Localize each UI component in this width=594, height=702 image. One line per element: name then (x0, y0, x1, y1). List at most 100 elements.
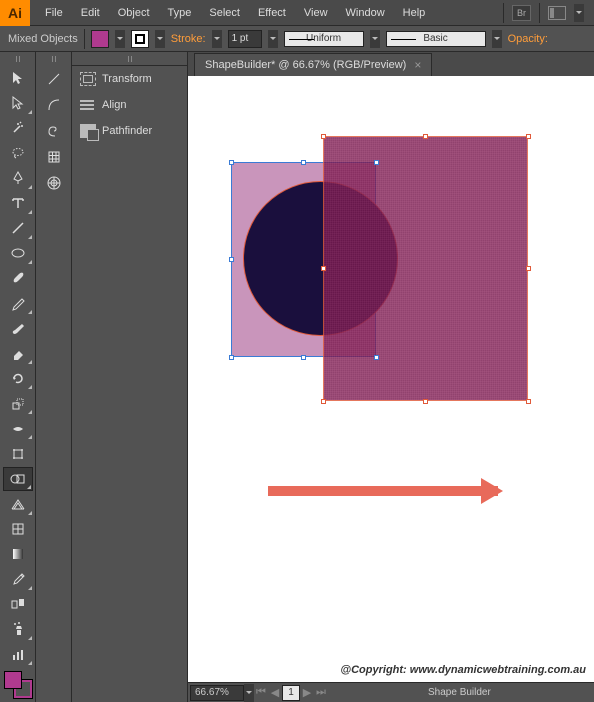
first-artboard-button[interactable]: ⏮ (254, 685, 268, 701)
direct-selection-tool[interactable] (3, 92, 33, 115)
stroke-profile-dropdown[interactable] (370, 30, 380, 48)
menu-edit[interactable]: Edit (72, 0, 109, 26)
fill-stroke-indicator[interactable] (4, 671, 32, 698)
line-tool[interactable] (3, 217, 33, 240)
free-transform-tool[interactable] (3, 442, 33, 465)
pathfinder-icon (80, 124, 96, 138)
pencil-tool[interactable] (3, 292, 33, 315)
selection-handle[interactable] (321, 266, 326, 271)
fill-swatch[interactable] (91, 30, 109, 48)
polar-grid-icon[interactable] (39, 171, 69, 195)
prev-artboard-button[interactable]: ◀ (268, 685, 282, 701)
magic-wand-tool[interactable] (3, 117, 33, 140)
arrange-documents-icon[interactable] (548, 6, 566, 20)
selection-tool[interactable] (3, 66, 33, 89)
stroke-label[interactable]: Stroke: (171, 33, 206, 45)
line-segment-icon[interactable] (39, 67, 69, 91)
blob-brush-tool[interactable] (3, 317, 33, 340)
symbol-sprayer-tool[interactable] (3, 618, 33, 641)
selection-handle[interactable] (526, 399, 531, 404)
selection-handle[interactable] (526, 134, 531, 139)
menu-view[interactable]: View (295, 0, 337, 26)
width-tool[interactable] (3, 417, 33, 440)
gradient-tool[interactable] (3, 543, 33, 566)
menu-type[interactable]: Type (159, 0, 201, 26)
divider (503, 3, 504, 23)
opacity-label[interactable]: Opacity: (508, 33, 548, 45)
selection-handle[interactable] (526, 266, 531, 271)
artwork-purple-rectangle[interactable] (323, 136, 528, 401)
panel-grip[interactable] (0, 52, 35, 65)
panels-column: Transform Align Pathfinder (72, 52, 188, 702)
panel-pathfinder[interactable]: Pathfinder (72, 118, 187, 144)
spiral-icon[interactable] (39, 119, 69, 143)
brush-preview[interactable]: Basic (386, 31, 486, 47)
brush-dropdown[interactable] (492, 30, 502, 48)
fill-dropdown[interactable] (115, 30, 125, 48)
annotation-arrow (268, 486, 498, 496)
stroke-profile-preview[interactable]: Uniform (284, 31, 364, 47)
panel-align[interactable]: Align (72, 92, 187, 118)
selection-handle[interactable] (229, 257, 234, 262)
rectangular-grid-icon[interactable] (39, 145, 69, 169)
panel-transform[interactable]: Transform (72, 66, 187, 92)
last-artboard-button[interactable]: ⏭ (314, 685, 328, 701)
selection-handle[interactable] (374, 355, 379, 360)
document-tab[interactable]: ShapeBuilder* @ 66.67% (RGB/Preview) × (194, 53, 432, 76)
menu-effect[interactable]: Effect (249, 0, 295, 26)
mesh-tool[interactable] (3, 518, 33, 541)
app-logo[interactable]: Ai (0, 0, 30, 26)
selection-handle[interactable] (423, 134, 428, 139)
selection-handle[interactable] (321, 399, 326, 404)
perspective-grid-tool[interactable] (3, 493, 33, 516)
stroke-weight-stepper[interactable] (212, 30, 222, 48)
shape-builder-tool[interactable] (3, 467, 33, 490)
current-tool-status: Shape Builder (428, 687, 491, 698)
menu-help[interactable]: Help (394, 0, 435, 26)
rotate-tool[interactable] (3, 367, 33, 390)
selection-indicator: Mixed Objects (8, 33, 78, 45)
scale-tool[interactable] (3, 392, 33, 415)
panel-grip[interactable] (36, 52, 71, 66)
stroke-weight-dropdown[interactable] (268, 30, 278, 48)
lasso-tool[interactable] (3, 142, 33, 165)
menu-window[interactable]: Window (337, 0, 394, 26)
stroke-dropdown[interactable] (155, 30, 165, 48)
tab-title: ShapeBuilder* @ 66.67% (RGB/Preview) (205, 59, 406, 71)
menu-select[interactable]: Select (200, 0, 249, 26)
stroke-swatch[interactable] (131, 30, 149, 48)
paintbrush-tool[interactable] (3, 267, 33, 290)
close-icon[interactable]: × (414, 58, 421, 72)
selection-handle[interactable] (423, 399, 428, 404)
next-artboard-button[interactable]: ▶ (300, 685, 314, 701)
selection-handle[interactable] (301, 160, 306, 165)
status-bar: 66.67% ⏮ ◀ ▶ ⏭ Shape Builder (188, 682, 594, 702)
selection-handle[interactable] (301, 355, 306, 360)
arrange-documents-dropdown[interactable] (574, 4, 584, 22)
column-graph-tool[interactable] (3, 643, 33, 666)
selection-handle[interactable] (229, 160, 234, 165)
bridge-button[interactable]: Br (512, 5, 531, 21)
fill-color-icon[interactable] (4, 671, 22, 689)
artboard-number-input[interactable] (282, 685, 300, 701)
selection-handle[interactable] (321, 134, 326, 139)
divider (539, 3, 540, 23)
selection-handle[interactable] (374, 160, 379, 165)
selection-handle[interactable] (229, 355, 234, 360)
canvas[interactable]: @Copyright: www.dynamicwebtraining.com.a… (188, 76, 594, 682)
panel-label: Align (102, 99, 126, 111)
pen-tool[interactable] (3, 167, 33, 190)
arc-icon[interactable] (39, 93, 69, 117)
stroke-weight-input[interactable] (228, 30, 262, 48)
blend-tool[interactable] (3, 593, 33, 616)
zoom-dropdown[interactable] (244, 684, 254, 702)
ellipse-tool[interactable] (3, 242, 33, 265)
zoom-input[interactable]: 66.67% (190, 685, 244, 701)
panel-grip[interactable] (72, 52, 187, 66)
eyedropper-tool[interactable] (3, 568, 33, 591)
menubar: Ai File Edit Object Type Select Effect V… (0, 0, 594, 26)
type-tool[interactable] (3, 192, 33, 215)
eraser-tool[interactable] (3, 342, 33, 365)
menu-file[interactable]: File (36, 0, 72, 26)
menu-object[interactable]: Object (109, 0, 159, 26)
